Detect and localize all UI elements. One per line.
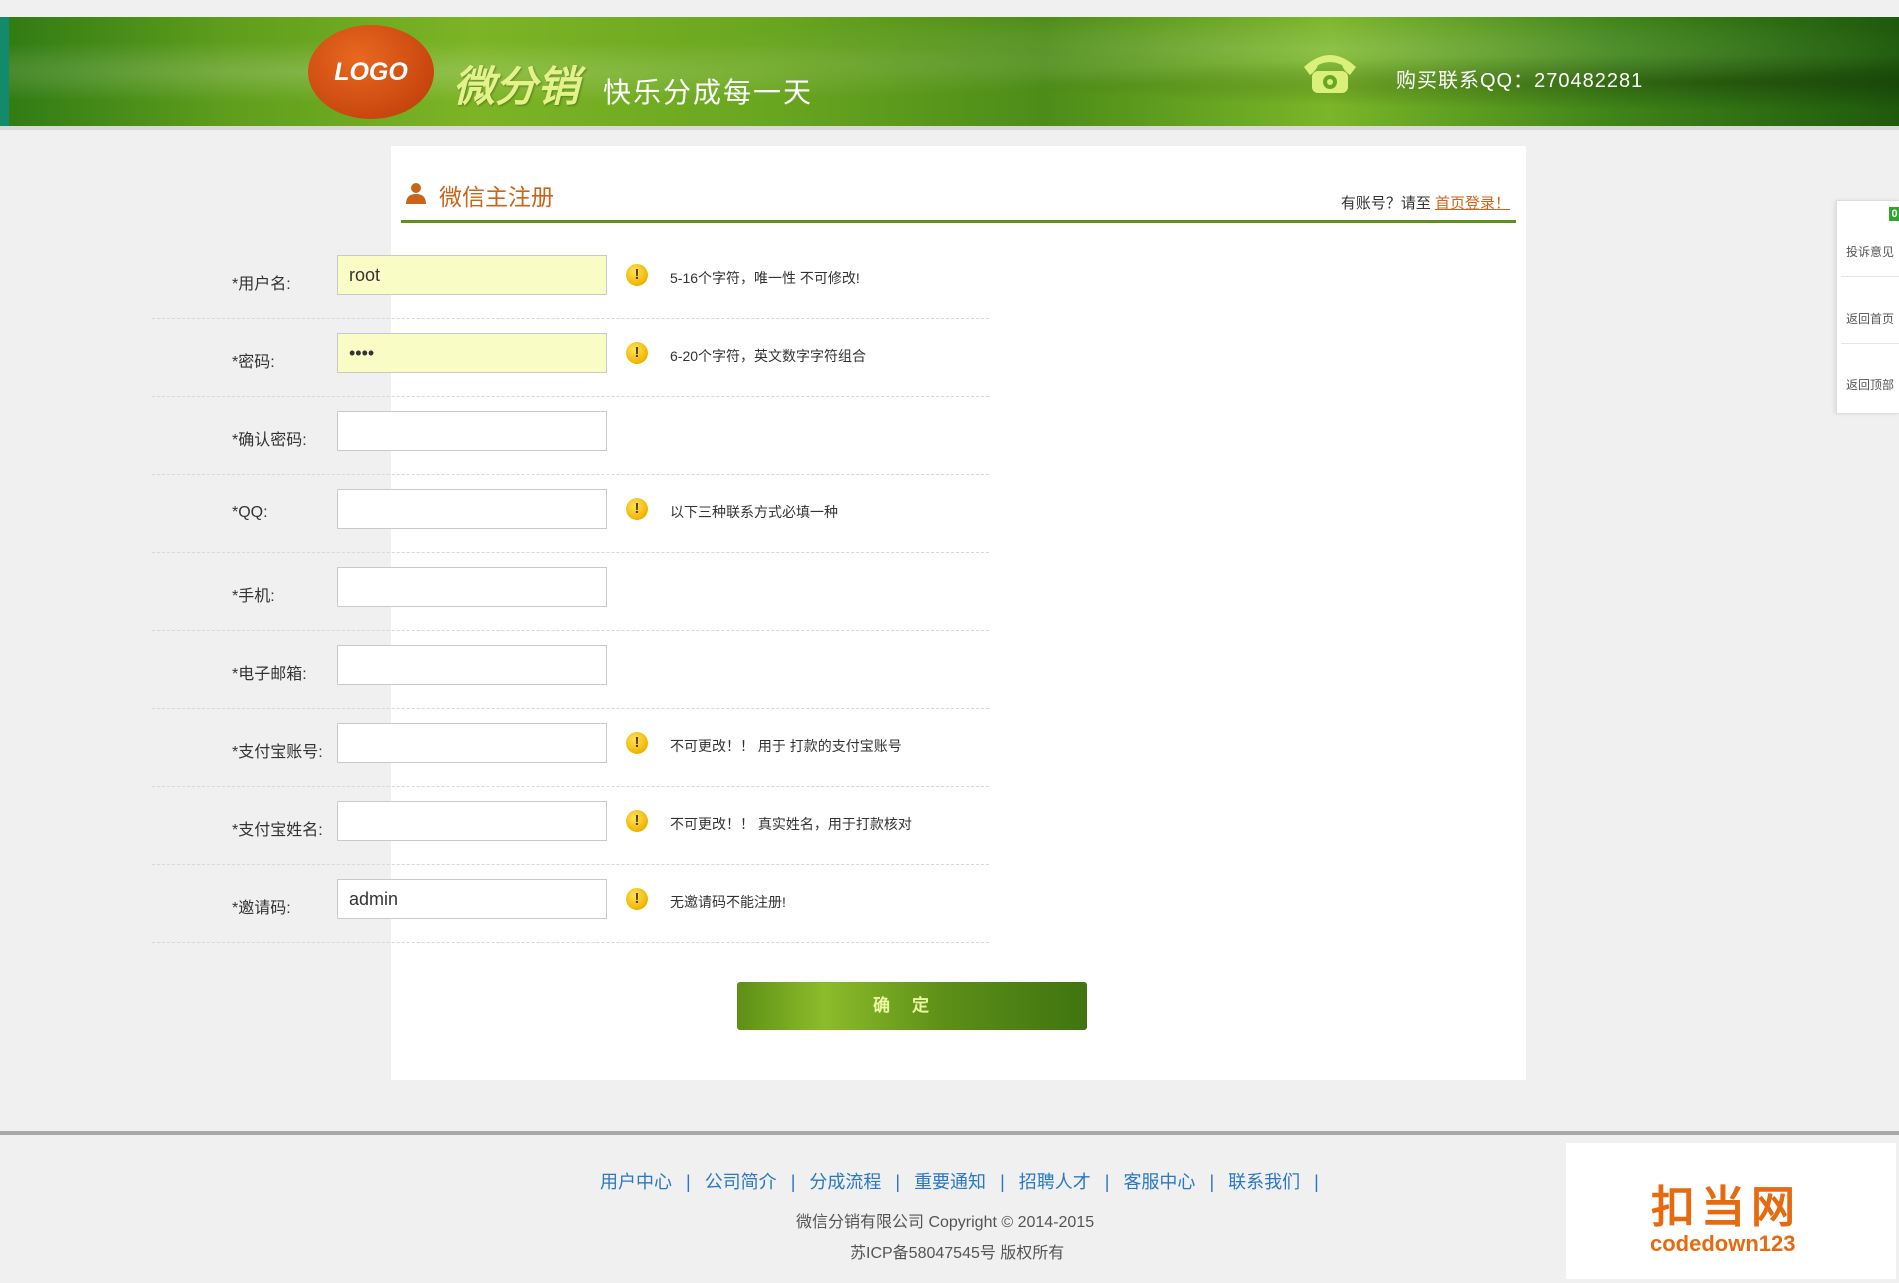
alipay-account-label: *支付宝账号: [232, 744, 323, 761]
form-row-qq: *QQ:! 以下三种联系方式必填一种 [152, 474, 989, 553]
floating-sidebar: 0 投诉意见 返回首页 返回顶部 [1836, 200, 1899, 414]
footer-separator: | [1314, 1172, 1319, 1192]
footer-separator: | [895, 1172, 901, 1192]
footer-link[interactable]: 客服中心 [1123, 1172, 1195, 1192]
sidebar-badge: 0 [1889, 207, 1899, 221]
footer-copyright: 微信分销有限公司 Copyright © 2014-2015 [796, 1214, 1095, 1231]
login-hint: 有账号？请至 首页登录！ [1341, 192, 1510, 213]
form-row-phone: *手机: [152, 552, 989, 631]
form-row-confirm-password: *确认密码: [152, 396, 989, 475]
warning-icon: ! [626, 264, 648, 286]
watermark: 扣当网 codedown123 [1566, 1143, 1896, 1279]
footer-icp: 苏ICP备58047545号 版权所有 [850, 1245, 1065, 1262]
username-input[interactable]: root [337, 255, 607, 295]
sidebar-item-feedback[interactable]: 投诉意见 [1846, 243, 1894, 260]
invite-code-input[interactable]: admin [337, 879, 607, 919]
email-label: *电子邮箱: [232, 666, 307, 683]
username-tip: 5-16个字符，唯一性 不可修改! [670, 270, 860, 286]
footer-link[interactable]: 公司简介 [705, 1172, 777, 1192]
alipay-account-tip: 不可更改！！ 用于 打款的支付宝账号 [670, 738, 902, 754]
footer-link[interactable]: 分成流程 [809, 1172, 881, 1192]
password-tip: 6-20个字符，英文数字字符组合 [670, 348, 867, 364]
footer-separator: | [790, 1172, 796, 1192]
slogan: 快乐分成每一天 [603, 77, 814, 108]
alipay-name-label: *支付宝姓名: [232, 822, 323, 839]
password-input[interactable]: •••• [337, 333, 607, 373]
phone-input[interactable] [337, 567, 607, 607]
footer-separator: | [1209, 1172, 1215, 1192]
sidebar-item-top[interactable]: 返回顶部 [1846, 376, 1894, 393]
warning-icon: ! [626, 342, 648, 364]
footer-separator: | [1104, 1172, 1110, 1192]
footer-nav: 用户中心 | 公司简介 | 分成流程 | 重要通知 | 招聘人才 | 客服中心 | 联系我们 | [600, 1168, 1333, 1194]
submit-button[interactable]: 确定 [737, 982, 1087, 1030]
form-row-alipay-name: *支付宝姓名:! 不可更改！！ 真实姓名，用于打款核对 [152, 786, 989, 865]
watermark-title: 扣当网 [1651, 1183, 1801, 1232]
footer-link[interactable]: 招聘人才 [1019, 1172, 1091, 1192]
footer-link[interactable]: 用户中心 [600, 1172, 672, 1192]
qq-label: *QQ: [232, 504, 268, 521]
contact-qq: 购买联系QQ：270482281 [1396, 70, 1644, 92]
login-hint-text: 有账号？请至 [1340, 195, 1435, 212]
confirm-password-input[interactable] [337, 411, 607, 451]
top-strip [0, 0, 1899, 17]
email-input[interactable] [337, 645, 607, 685]
alipay-name-input[interactable] [337, 801, 607, 841]
watermark-subtitle: codedown123 [1650, 1231, 1796, 1256]
confirm-password-label: *确认密码: [232, 432, 307, 449]
alipay-name-tip: 不可更改！！ 真实姓名，用于打款核对 [670, 816, 912, 832]
warning-icon: ! [626, 810, 648, 832]
invite-code-tip: 无邀请码不能注册! [670, 894, 786, 910]
sidebar-divider [1841, 276, 1899, 277]
form-row-alipay-account: *支付宝账号:! 不可更改！！ 用于 打款的支付宝账号 [152, 708, 989, 787]
qq-input[interactable] [337, 489, 607, 529]
banner-bottom-border [0, 126, 1899, 130]
sidebar-divider [1841, 343, 1899, 344]
phone-label: *手机: [232, 588, 275, 605]
form-row-invite-code: *邀请码: admin! 无邀请码不能注册! [152, 864, 989, 943]
footer-link[interactable]: 重要通知 [914, 1172, 986, 1192]
telephone-icon [1304, 55, 1356, 93]
brand-name: 微分销 [453, 63, 580, 110]
banner-edge [0, 17, 9, 126]
password-label: *密码: [232, 354, 275, 371]
home-login-link[interactable]: 首页登录！ [1435, 195, 1510, 212]
warning-icon: ! [626, 888, 648, 910]
user-icon [406, 183, 426, 204]
alipay-account-input[interactable] [337, 723, 607, 763]
warning-icon: ! [626, 732, 648, 754]
panel-header: 微信主注册 有账号？请至 首页登录！ [401, 174, 1516, 223]
footer-separator: | [686, 1172, 691, 1192]
footer-divider [0, 1131, 1899, 1135]
header-banner: LOGO 微分销 快乐分成每一天 购买联系QQ：270482281 [0, 17, 1899, 126]
form-row-username: *用户名: root! 5-16个字符，唯一性 不可修改! [152, 240, 989, 319]
username-label: *用户名: [232, 276, 291, 293]
invite-code-label: *邀请码: [232, 900, 291, 917]
logo[interactable]: LOGO [308, 25, 434, 119]
form-row-email: *电子邮箱: [152, 630, 989, 709]
form-row-password: *密码: ••••! 6-20个字符，英文数字字符组合 [152, 318, 989, 397]
qq-tip: 以下三种联系方式必填一种 [670, 504, 838, 520]
page-title: 微信主注册 [439, 184, 554, 210]
sidebar-item-home[interactable]: 返回首页 [1846, 310, 1894, 327]
footer-link[interactable]: 联系我们 [1228, 1172, 1300, 1192]
footer-separator: | [1000, 1172, 1005, 1192]
warning-icon: ! [626, 498, 648, 520]
